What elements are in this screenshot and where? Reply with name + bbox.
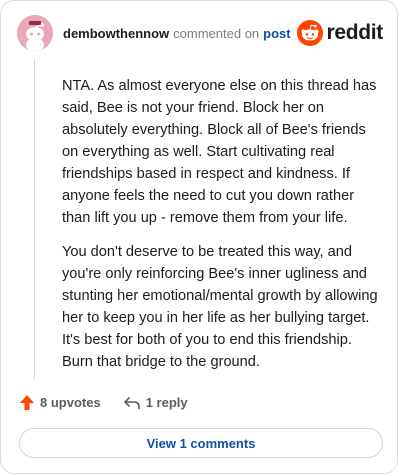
comment-paragraph: You don't deserve to be treated this way… xyxy=(62,244,378,370)
author-username[interactable]: dembowthennow xyxy=(63,26,169,41)
upvote-count: 8 upvotes xyxy=(40,395,101,410)
reply-arrow-icon xyxy=(123,396,140,409)
action-text: commented on xyxy=(173,26,260,41)
comment-meta: dembowthennow commented on post xyxy=(63,26,291,42)
reddit-wordmark: reddit xyxy=(326,21,383,44)
comment-actions: 8 upvotes 1 reply xyxy=(19,394,210,411)
thread-line xyxy=(34,59,35,379)
user-avatar-icon[interactable] xyxy=(17,15,53,51)
upvote-button[interactable]: 8 upvotes xyxy=(19,394,101,411)
view-comments-button[interactable]: View 1 comments xyxy=(19,428,383,458)
reddit-snoo-icon xyxy=(297,20,324,46)
reply-button[interactable]: 1 reply xyxy=(123,395,188,410)
upvote-arrow-icon xyxy=(20,395,34,410)
reddit-logo[interactable]: reddit xyxy=(297,20,383,46)
view-comments-label: View 1 comments xyxy=(146,435,256,451)
comment-paragraph: NTA. As almost everyone else on this thr… xyxy=(62,78,377,226)
comment-body: NTA. As almost everyone else on this thr… xyxy=(62,75,384,385)
post-link[interactable]: post xyxy=(263,26,290,41)
comment-card: dembowthennow commented on post reddit NTA… xyxy=(0,0,398,474)
reply-count: 1 reply xyxy=(145,395,188,410)
